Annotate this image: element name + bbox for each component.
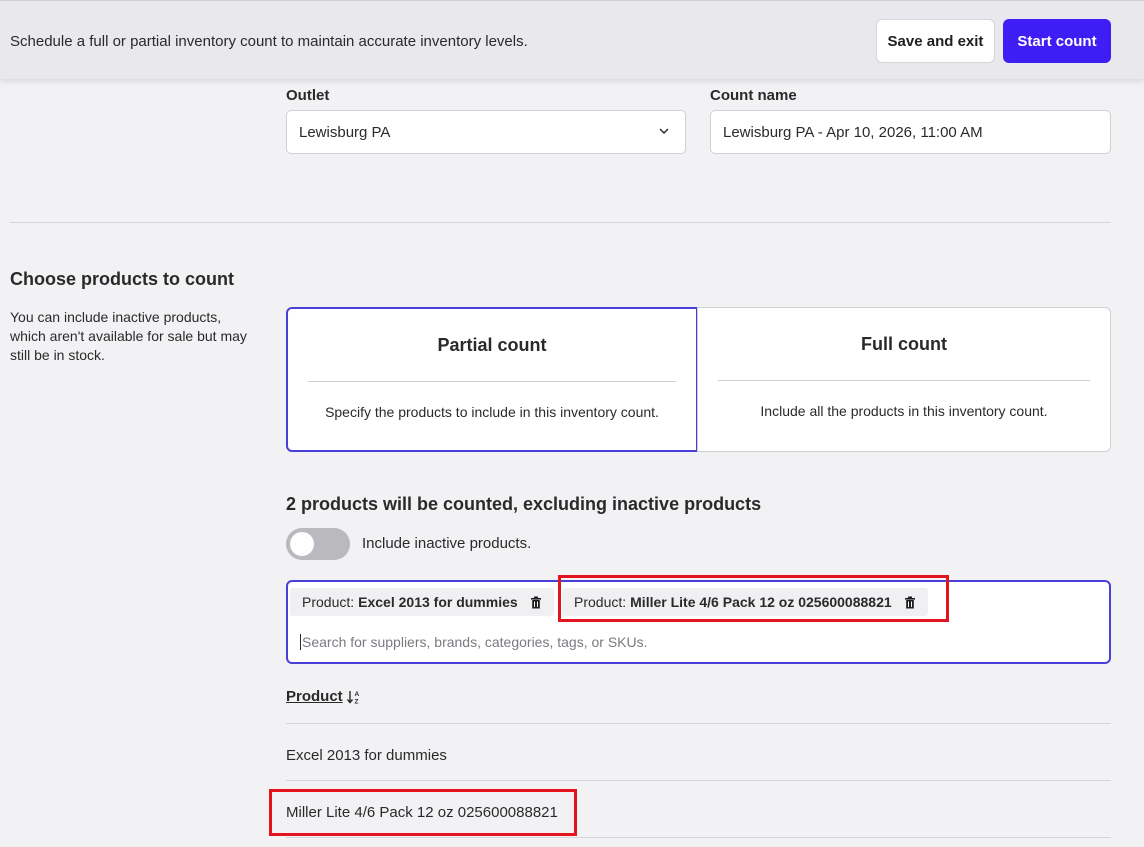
partial-count-title: Partial count [437, 335, 547, 355]
header-description: Schedule a full or partial inventory cou… [10, 33, 528, 50]
sort-az-icon: A Z [346, 690, 359, 705]
include-inactive-toggle[interactable] [286, 528, 350, 560]
product-search-input[interactable]: Search for suppliers, brands, categories… [300, 634, 648, 650]
outlet-value: Lewisburg PA [299, 123, 391, 141]
trash-icon[interactable] [530, 596, 542, 609]
tag-prefix: Product: [302, 594, 355, 610]
count-name-value: Lewisburg PA - Apr 10, 2026, 11:00 AM [723, 123, 983, 141]
table-row: Miller Lite 4/6 Pack 12 oz 025600088821 [286, 804, 558, 821]
product-column-header[interactable]: Product A Z [286, 688, 361, 705]
outlet-label: Outlet [286, 87, 330, 104]
partial-count-description: Specify the products to include in this … [325, 404, 659, 420]
partial-count-card[interactable]: Partial count Specify the products to in… [286, 307, 698, 452]
row-divider [286, 780, 1111, 781]
tag-value: Miller Lite 4/6 Pack 12 oz 025600088821 [630, 594, 892, 610]
section-divider [10, 222, 1111, 223]
outlet-select[interactable]: Lewisburg PA [286, 110, 686, 154]
count-summary-heading: 2 products will be counted, excluding in… [286, 494, 762, 514]
table-row: Excel 2013 for dummies [286, 747, 447, 764]
svg-text:A: A [354, 691, 359, 698]
row-divider [286, 837, 1111, 838]
product-tag: Product: Miller Lite 4/6 Pack 12 oz 0256… [562, 588, 928, 616]
include-inactive-label: Include inactive products. [362, 535, 532, 552]
full-count-title: Full count [861, 334, 947, 354]
count-name-input[interactable]: Lewisburg PA - Apr 10, 2026, 11:00 AM [710, 110, 1111, 154]
card-divider [308, 381, 676, 382]
svg-text:Z: Z [354, 698, 358, 705]
section-title: Choose products to count [10, 269, 234, 289]
start-count-button[interactable]: Start count [1003, 19, 1111, 63]
page: Schedule a full or partial inventory cou… [0, 0, 1144, 847]
full-count-description: Include all the products in this invento… [760, 403, 1048, 419]
section-description: You can include inactive products, which… [10, 309, 247, 363]
product-column-label: Product [286, 688, 343, 705]
trash-icon[interactable] [904, 596, 916, 609]
tag-prefix: Product: [574, 594, 627, 610]
count-name-label: Count name [710, 87, 797, 104]
top-header: Schedule a full or partial inventory cou… [0, 0, 1144, 79]
chevron-down-icon [659, 128, 669, 135]
save-and-exit-button[interactable]: Save and exit [876, 19, 995, 63]
table-header-divider [286, 723, 1111, 724]
product-tag: Product: Excel 2013 for dummies [290, 588, 554, 616]
full-count-card[interactable]: Full count Include all the products in t… [697, 307, 1111, 452]
toggle-knob [290, 532, 314, 556]
product-filter-box[interactable]: Product: Excel 2013 for dummies Product:… [286, 580, 1111, 664]
card-divider [718, 380, 1090, 381]
tag-value: Excel 2013 for dummies [358, 594, 518, 610]
